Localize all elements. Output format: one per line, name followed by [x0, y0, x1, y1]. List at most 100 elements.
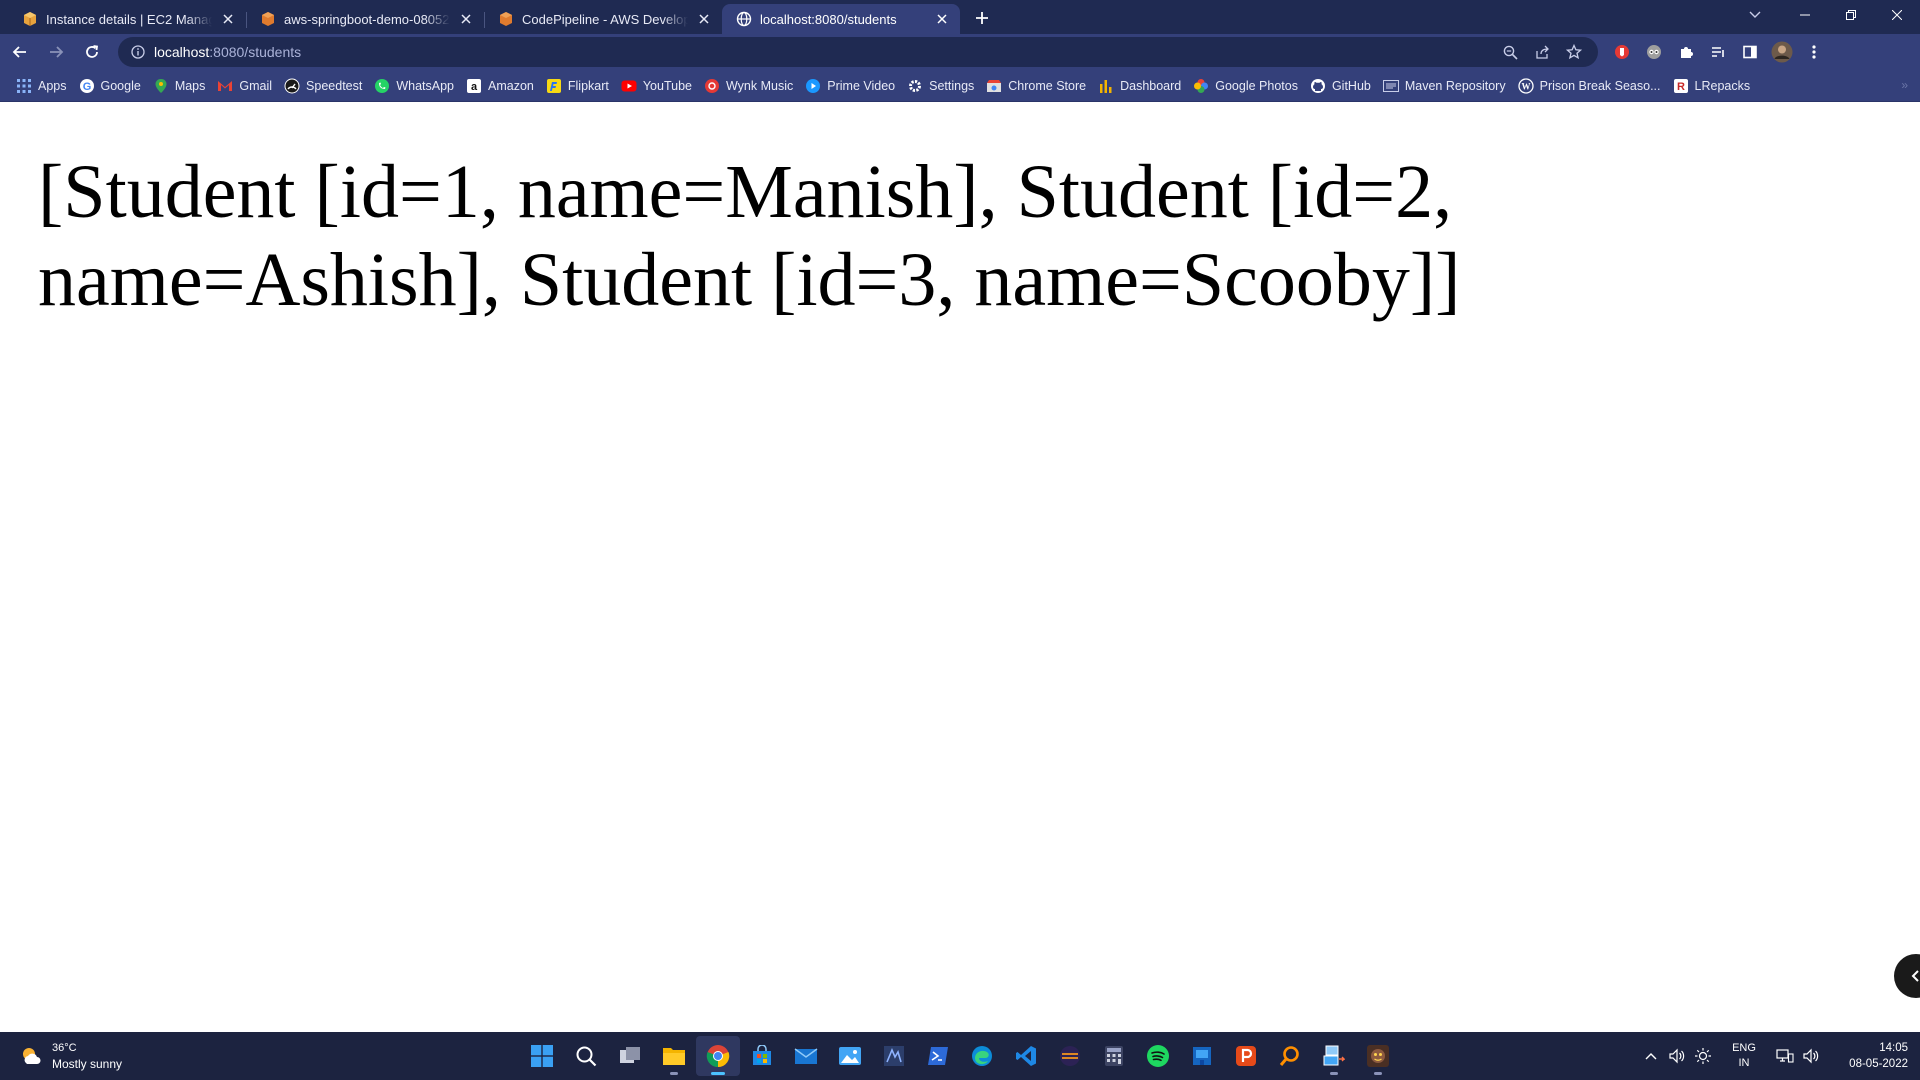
puzzle-icon[interactable]: [1670, 36, 1702, 68]
wynk-icon: [704, 78, 720, 94]
address-bar[interactable]: localhost:8080/students: [118, 37, 1598, 67]
side-panel-icon[interactable]: [1734, 36, 1766, 68]
restore-button[interactable]: [1828, 0, 1874, 30]
close-icon[interactable]: [696, 11, 712, 27]
close-window-button[interactable]: [1874, 0, 1920, 30]
bookmarks-bar: Apps G Google Maps Gmail Speedtest Whats…: [0, 70, 1920, 102]
game-icon[interactable]: [1356, 1036, 1400, 1076]
browser-toolbar: localhost:8080/students: [0, 34, 1920, 70]
bookmark-label: Google: [100, 78, 141, 93]
input-language-indicator[interactable]: ENG IN: [1722, 1041, 1766, 1071]
edge-icon[interactable]: [960, 1036, 1004, 1076]
bookmark-google-photos[interactable]: Google Photos: [1187, 74, 1304, 98]
bookmark-maven-repository[interactable]: Maven Repository: [1377, 74, 1512, 98]
clock-date: 08-05-2022: [1849, 1058, 1908, 1070]
docker-icon[interactable]: [1180, 1036, 1224, 1076]
reading-list-icon[interactable]: [1702, 36, 1734, 68]
bookmark-prison-break[interactable]: W Prison Break Seaso...: [1512, 74, 1667, 98]
bookmark-maps[interactable]: Maps: [147, 74, 212, 98]
photos-app-icon[interactable]: [828, 1036, 872, 1076]
spotify-icon[interactable]: [1136, 1036, 1180, 1076]
extension-red-icon[interactable]: [1606, 36, 1638, 68]
bookmark-gmail[interactable]: Gmail: [211, 74, 278, 98]
bookmarks-overflow-button[interactable]: »: [1901, 78, 1908, 92]
bookmark-apps[interactable]: Apps: [10, 74, 73, 98]
remote-desktop-icon[interactable]: [1312, 1036, 1356, 1076]
bookmark-speedtest[interactable]: Speedtest: [278, 74, 368, 98]
bookmark-amazon[interactable]: a Amazon: [460, 74, 540, 98]
weather-widget[interactable]: 36°C Mostly sunny: [18, 1040, 122, 1072]
eclipse-icon[interactable]: [1048, 1036, 1092, 1076]
file-explorer-icon[interactable]: [652, 1036, 696, 1076]
speedtest-icon: [284, 78, 300, 94]
windows-start-icon[interactable]: [520, 1036, 564, 1076]
zoom-icon[interactable]: [1496, 40, 1524, 64]
brightness-icon[interactable]: [1691, 1044, 1715, 1068]
tab-search-button[interactable]: [1736, 0, 1774, 30]
close-icon[interactable]: [934, 11, 950, 27]
clock[interactable]: 14:05 08-05-2022: [1830, 1040, 1908, 1072]
maven-icon: [1382, 78, 1399, 94]
tab-springboot-demo[interactable]: aws-springboot-demo-08052022: [246, 4, 484, 34]
sun-cloud-icon: [23, 1048, 41, 1064]
bookmark-flipkart[interactable]: Flipkart: [540, 74, 615, 98]
flipkart-icon: [546, 78, 562, 94]
bookmark-label: Maps: [174, 78, 206, 93]
reload-button[interactable]: [76, 36, 108, 68]
menu-button[interactable]: [1798, 36, 1830, 68]
mail-icon[interactable]: [784, 1036, 828, 1076]
minimize-icon: [1800, 14, 1810, 16]
extension-owl-icon[interactable]: [1638, 36, 1670, 68]
chevron-up-icon[interactable]: [1639, 1044, 1663, 1068]
back-button[interactable]: [4, 36, 36, 68]
bookmark-lrepacks[interactable]: R LRepacks: [1667, 74, 1757, 98]
eclipse-sts-icon[interactable]: [872, 1036, 916, 1076]
forward-button[interactable]: [40, 36, 72, 68]
bookmark-whatsapp[interactable]: WhatsApp: [368, 74, 460, 98]
close-icon[interactable]: [220, 11, 236, 27]
tab-codepipeline[interactable]: CodePipeline - AWS Developer Tools: [484, 4, 722, 34]
chrome-icon[interactable]: [696, 1036, 740, 1076]
bookmark-settings[interactable]: Settings: [901, 74, 980, 98]
weather-temp: 36°C: [52, 1042, 77, 1054]
tab-ec2-instance[interactable]: Instance details | EC2 Management Consol…: [8, 4, 246, 34]
extensions-area: [1606, 36, 1830, 68]
vscode-icon[interactable]: [1004, 1036, 1048, 1076]
bookmark-chrome-store[interactable]: Chrome Store: [980, 74, 1092, 98]
chevron-down-icon: [1749, 11, 1761, 18]
svg-text:a: a: [471, 81, 478, 93]
bookmark-dashboard[interactable]: Dashboard: [1092, 74, 1187, 98]
close-icon[interactable]: [458, 11, 474, 27]
taskbar-apps: [520, 1036, 1400, 1076]
powershell-icon[interactable]: [916, 1036, 960, 1076]
bookmark-star-icon[interactable]: [1560, 40, 1588, 64]
dashboard-icon: [1098, 78, 1114, 94]
everything-search-icon[interactable]: [1268, 1036, 1312, 1076]
avatar[interactable]: [1766, 36, 1798, 68]
search-icon[interactable]: [564, 1036, 608, 1076]
bookmark-youtube[interactable]: YouTube: [615, 74, 698, 98]
bookmark-wynk-music[interactable]: Wynk Music: [698, 74, 799, 98]
gmail-icon: [217, 78, 233, 94]
share-icon[interactable]: [1528, 40, 1556, 64]
url-text[interactable]: localhost:8080/students: [154, 44, 1492, 60]
tab-localhost-students[interactable]: localhost:8080/students: [722, 4, 960, 34]
calculator-icon[interactable]: [1092, 1036, 1136, 1076]
tab-title: CodePipeline - AWS Developer Tools: [522, 11, 688, 27]
volume-icon[interactable]: [1799, 1044, 1823, 1068]
bookmark-label: Gmail: [239, 78, 273, 93]
bookmark-prime-video[interactable]: Prime Video: [799, 74, 901, 98]
microsoft-store-icon[interactable]: [740, 1036, 784, 1076]
network-icon[interactable]: [1773, 1044, 1797, 1068]
site-info-icon[interactable]: [128, 42, 148, 62]
minimize-button[interactable]: [1782, 0, 1828, 30]
task-view-icon[interactable]: [608, 1036, 652, 1076]
speaker-icon[interactable]: [1665, 1044, 1689, 1068]
bookmark-label: Prime Video: [827, 78, 896, 93]
bookmark-google[interactable]: G Google: [73, 74, 147, 98]
bookmark-github[interactable]: GitHub: [1304, 74, 1377, 98]
postman-icon[interactable]: [1224, 1036, 1268, 1076]
floating-extension-button[interactable]: [1894, 954, 1920, 998]
google-icon: G: [79, 78, 95, 94]
new-tab-button[interactable]: [968, 4, 996, 32]
